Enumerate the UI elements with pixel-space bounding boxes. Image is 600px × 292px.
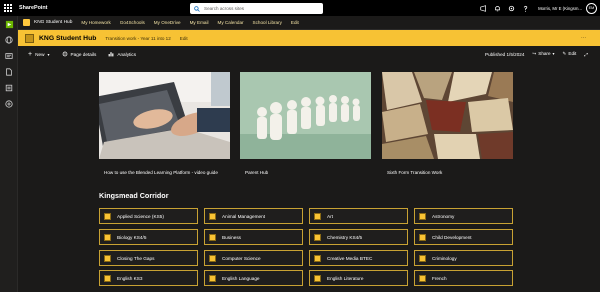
site-nav-edit[interactable]: Edit: [180, 36, 188, 41]
folder-icon: [104, 274, 111, 282]
share-label: Share: [538, 51, 551, 56]
hub-edit-link[interactable]: Edit: [291, 20, 299, 25]
plus-icon: +: [28, 50, 33, 58]
laptop-typing-image: [94, 72, 230, 159]
avatar[interactable]: EM: [586, 2, 597, 14]
hub-title[interactable]: KNG Student Hub: [34, 20, 72, 25]
subject-button[interactable]: Chemistry KS4/5: [309, 229, 408, 245]
files-icon[interactable]: [0, 64, 18, 80]
subject-button[interactable]: Animal Management: [204, 208, 303, 224]
chevron-down-icon: ▾: [47, 51, 50, 57]
app-launcher-icon[interactable]: [0, 0, 16, 16]
analytics-button[interactable]: Analytics: [108, 51, 136, 57]
card-sixth-form-transition[interactable]: Sixth Form Transition Work: [382, 72, 513, 175]
folder-icon: [419, 212, 426, 220]
site-logo-icon[interactable]: [0, 16, 18, 32]
folder-icon: [314, 212, 321, 220]
gear-icon: [62, 51, 67, 57]
subject-button[interactable]: Business: [204, 229, 303, 245]
more-options-icon[interactable]: ···: [581, 35, 586, 41]
folder-icon: [314, 233, 321, 241]
folder-icon: [209, 233, 216, 241]
lists-icon[interactable]: [0, 80, 18, 96]
folder-icon: [419, 254, 426, 262]
hub-link-go4schools[interactable]: Go4Schools: [120, 20, 145, 25]
folder-icon: [104, 212, 111, 220]
expand-icon[interactable]: ⤢: [584, 52, 588, 57]
card-title: How to use the Blended Learning Platform…: [104, 170, 218, 175]
subject-button[interactable]: Child Development: [414, 229, 513, 245]
site-title[interactable]: KNG Student Hub: [39, 35, 96, 42]
subject-button[interactable]: Art: [309, 208, 408, 224]
news-icon[interactable]: [0, 48, 18, 64]
subject-button[interactable]: Criminology: [414, 250, 513, 266]
subject-button[interactable]: English Language: [204, 270, 303, 286]
suite-bar: SharePoint Search across sites Morris, M…: [0, 0, 600, 16]
subject-button[interactable]: Applied Science (KS5): [99, 208, 198, 224]
folder-icon: [314, 254, 321, 262]
suite-actions: Morris, Mr E (Kingsm... EM: [476, 0, 600, 16]
folder-icon: [104, 233, 111, 241]
globe-icon[interactable]: [0, 32, 18, 48]
user-name[interactable]: Morris, Mr E (Kingsm...: [538, 6, 582, 11]
folder-icon: [419, 233, 426, 241]
search-icon: [194, 5, 200, 12]
page-details-label: Page details: [70, 51, 97, 57]
search-placeholder: Search across sites: [204, 6, 245, 11]
card-blended-learning[interactable]: How to use the Blended Learning Platform…: [94, 72, 230, 175]
hub-link-school-library[interactable]: School Library: [253, 20, 282, 25]
site-nav-transition-work[interactable]: Transition work - Year 11 into 12: [105, 36, 170, 41]
create-icon[interactable]: [0, 96, 18, 112]
analytics-label: Analytics: [117, 51, 137, 57]
app-name[interactable]: SharePoint: [19, 5, 47, 11]
subject-button[interactable]: Creative Media BTEC: [309, 250, 408, 266]
subject-button[interactable]: English KS3: [99, 270, 198, 286]
chevron-down-icon: ▾: [552, 51, 555, 56]
card-title: Parent Hub: [245, 170, 269, 175]
site-logo-icon[interactable]: [25, 33, 34, 43]
hub-navigation: KNG Student Hub My Homework Go4Schools M…: [18, 16, 600, 30]
hub-link-my-homework[interactable]: My Homework: [81, 20, 110, 25]
card-parent-hub[interactable]: Parent Hub: [240, 72, 371, 175]
notifications-icon[interactable]: [490, 0, 504, 16]
books-image: [382, 72, 513, 159]
folder-icon: [104, 254, 111, 262]
edit-label: Edit: [568, 51, 577, 56]
published-status: Published 1/5/2024: [485, 51, 525, 57]
subject-button[interactable]: Astronomy: [414, 208, 513, 224]
edit-button[interactable]: ✎ Edit: [563, 51, 577, 57]
folder-icon: [209, 254, 216, 262]
paper-people-image: [240, 72, 371, 159]
feedback-icon[interactable]: [476, 0, 490, 16]
pencil-icon: ✎: [562, 51, 567, 56]
card-title: Sixth Form Transition Work: [387, 170, 443, 175]
site-header: KNG Student Hub Transition work - Year 1…: [18, 30, 600, 46]
page-details-button[interactable]: Page details: [62, 51, 97, 57]
settings-icon[interactable]: [504, 0, 518, 16]
folder-icon: [314, 274, 321, 282]
folder-icon: [209, 274, 216, 282]
analytics-icon: [108, 52, 114, 57]
help-icon[interactable]: [518, 0, 532, 16]
section-title: Kingsmead Corridor: [99, 191, 169, 200]
hub-link-my-email[interactable]: My Email: [190, 20, 209, 25]
command-bar: + New ▾ Page details Analytics Published…: [18, 46, 600, 62]
hub-logo-icon[interactable]: [23, 19, 30, 26]
hub-link-my-onedrive[interactable]: My OneDrive: [154, 20, 181, 25]
command-bar-right: Published 1/5/2024 ↪ Share ▾ ✎ Edit ⤢: [477, 51, 588, 57]
left-app-bar: [0, 16, 18, 292]
subject-button[interactable]: Computer Science: [204, 250, 303, 266]
new-button[interactable]: + New ▾: [28, 51, 50, 58]
new-label: New: [35, 51, 45, 57]
share-button[interactable]: ↪ Share ▾: [532, 51, 554, 57]
share-icon: ↪: [532, 51, 537, 56]
subject-button[interactable]: French: [414, 270, 513, 286]
search-box[interactable]: Search across sites: [190, 3, 323, 14]
hub-link-my-calendar[interactable]: My Calendar: [218, 20, 244, 25]
folder-icon: [209, 212, 216, 220]
subject-button[interactable]: Biology KS4/5: [99, 229, 198, 245]
subject-button[interactable]: Closing The Gaps: [99, 250, 198, 266]
folder-icon: [419, 274, 426, 282]
subject-button[interactable]: English Literature: [309, 270, 408, 286]
